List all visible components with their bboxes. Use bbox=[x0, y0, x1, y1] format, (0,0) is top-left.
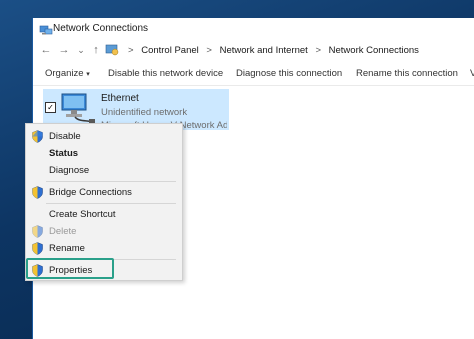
ethernet-adapter-icon bbox=[61, 93, 95, 124]
menu-divider bbox=[46, 181, 176, 182]
overflow-command-button[interactable]: V bbox=[470, 68, 474, 79]
menu-label-delete: Delete bbox=[49, 226, 77, 237]
uac-shield-icon bbox=[32, 225, 43, 238]
uac-shield-icon bbox=[32, 130, 43, 143]
breadcrumb-separator: > bbox=[315, 45, 321, 56]
control-panel-icon bbox=[105, 44, 119, 56]
address-bar: ← → ⌄ ↑ > Control Panel > Network and In… bbox=[33, 40, 474, 62]
forward-arrow-icon[interactable]: → bbox=[57, 43, 71, 57]
menu-divider bbox=[46, 203, 176, 204]
menu-item-create-shortcut[interactable]: Create Shortcut bbox=[26, 207, 182, 223]
connection-name: Ethernet bbox=[101, 93, 139, 104]
breadcrumb-network-connections[interactable]: Network Connections bbox=[329, 45, 419, 56]
window-title: Network Connections bbox=[53, 23, 149, 34]
breadcrumb-network-and-internet[interactable]: Network and Internet bbox=[220, 45, 308, 56]
breadcrumb-separator: > bbox=[206, 45, 212, 56]
recent-locations-chevron-icon[interactable]: ⌄ bbox=[74, 43, 88, 57]
menu-label-create-shortcut: Create Shortcut bbox=[49, 209, 116, 220]
back-arrow-icon[interactable]: ← bbox=[39, 43, 53, 57]
breadcrumb-control-panel[interactable]: Control Panel bbox=[141, 45, 199, 56]
address-field[interactable]: > Control Panel > Network and Internet >… bbox=[105, 42, 474, 59]
menu-item-delete: Delete bbox=[26, 224, 182, 240]
menu-label-status: Status bbox=[49, 148, 79, 159]
breadcrumb-separator: > bbox=[128, 45, 134, 56]
uac-shield-icon bbox=[32, 242, 43, 255]
menu-label-diagnose: Diagnose bbox=[49, 165, 90, 176]
dropdown-arrow-icon: ▾ bbox=[86, 71, 90, 78]
diagnose-connection-button[interactable]: Diagnose this connection bbox=[236, 68, 342, 79]
organize-label: Organize bbox=[45, 68, 84, 79]
menu-item-status[interactable]: Status bbox=[26, 146, 182, 162]
menu-label-bridge-connections: Bridge Connections bbox=[49, 187, 132, 198]
disable-device-button[interactable]: Disable this network device bbox=[108, 68, 223, 79]
connection-status: Unidentified network bbox=[101, 107, 188, 118]
properties-highlight-box bbox=[26, 258, 114, 279]
breadcrumb: > Control Panel > Network and Internet >… bbox=[123, 45, 419, 56]
menu-label-rename: Rename bbox=[49, 243, 85, 254]
rename-connection-button[interactable]: Rename this connection bbox=[356, 68, 458, 79]
organize-button[interactable]: Organize ▾ bbox=[45, 68, 90, 79]
menu-label-disable: Disable bbox=[49, 131, 81, 142]
up-arrow-icon[interactable]: ↑ bbox=[89, 43, 103, 57]
menu-item-bridge-connections[interactable]: Bridge Connections bbox=[26, 185, 182, 201]
command-bar: Organize ▾ Disable this network device D… bbox=[33, 63, 474, 86]
title-bar: Network Connections bbox=[33, 18, 474, 42]
uac-shield-icon bbox=[32, 186, 43, 199]
item-checkbox[interactable]: ✓ bbox=[45, 102, 56, 113]
menu-item-rename[interactable]: Rename bbox=[26, 241, 182, 257]
network-folder-icon bbox=[39, 25, 53, 35]
menu-item-disable[interactable]: Disable bbox=[26, 129, 182, 145]
menu-item-diagnose[interactable]: Diagnose bbox=[26, 163, 182, 179]
